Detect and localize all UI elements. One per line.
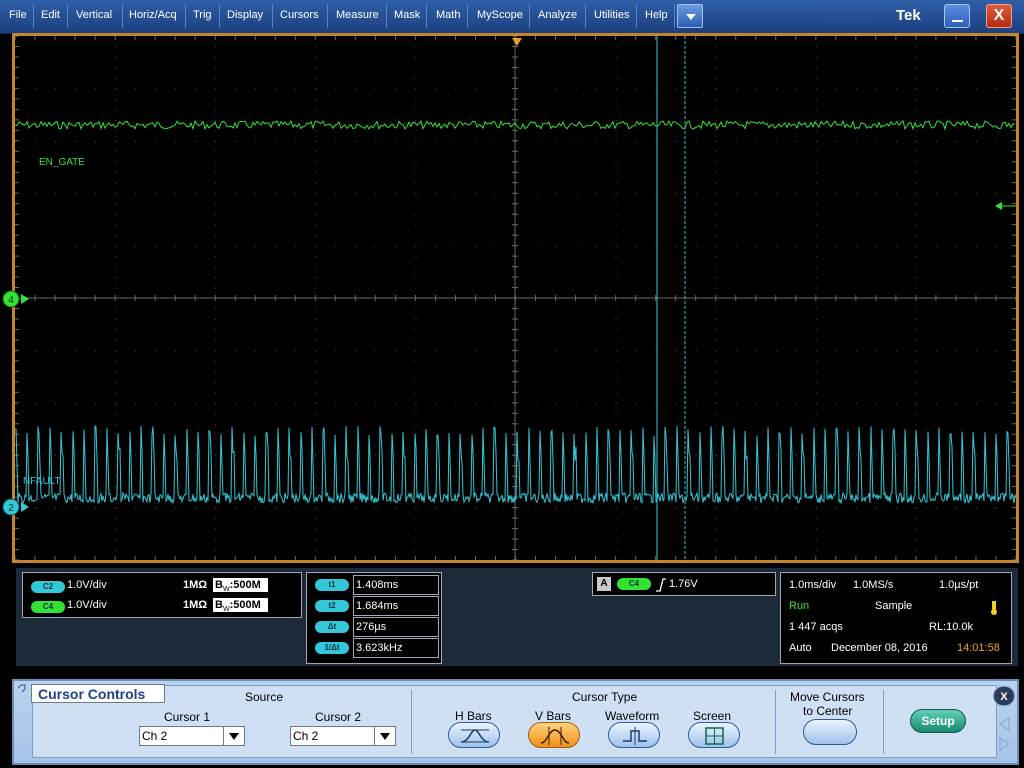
h-bars-icon	[460, 729, 490, 743]
cursor1-label: Cursor 1	[164, 710, 211, 724]
screen-cursor-button[interactable]	[688, 722, 740, 748]
horizontal-scale: 1.0ms/div	[789, 579, 837, 591]
cursor-readout-box[interactable]: t1 1.408ms t2 1.684ms Δt 276µs 1/Δt 3.62…	[306, 572, 442, 664]
graticule	[15, 36, 1016, 560]
screen-label: Screen	[693, 709, 732, 723]
delta-t-value: 276µs	[353, 617, 439, 637]
acquisition-readout-box[interactable]: 1.0ms/div 1.0MS/s 1.0µs/pt Run Sample 1 …	[780, 572, 1012, 664]
menu-measure[interactable]: Measure	[336, 9, 379, 21]
run-state: Run	[789, 600, 810, 612]
ch2-ground-marker[interactable]: 2	[0, 496, 32, 518]
inverse-delta-t-pill: 1/Δt	[315, 642, 349, 654]
ch2-impedance: 1MΩ	[183, 579, 208, 591]
menu-analyze[interactable]: Analyze	[538, 9, 577, 21]
cursor2-label: Cursor 2	[315, 710, 362, 724]
ch2-trace-label: NFAULT	[23, 476, 61, 487]
menu-horiz-acq[interactable]: Horiz/Acq	[129, 9, 177, 21]
move-cursors-to-center-button[interactable]	[803, 719, 857, 745]
ch4-marker-label: 4	[8, 295, 14, 306]
menu-help[interactable]: Help	[645, 9, 668, 21]
cursor-controls-title-box: Cursor Controls	[31, 684, 165, 703]
delta-t-pill: Δt	[315, 621, 349, 633]
waveform-cursor-icon	[623, 727, 647, 745]
ch2-scale: 1.0V/div	[67, 579, 107, 591]
minimize-button[interactable]	[944, 4, 970, 28]
chevron-down-icon[interactable]	[223, 727, 244, 745]
menu-vertical[interactable]: Vertical	[76, 9, 112, 21]
ch2-bandwidth: BW:500M	[213, 578, 268, 593]
channel-readout-box[interactable]: C2 1.0V/div 1MΩ BW:500M C4 1.0V/div 1MΩ …	[22, 572, 302, 618]
h-bars-label: H Bars	[455, 709, 492, 723]
menu-bar: File Edit Vertical Horiz/Acq Trig Displa…	[0, 0, 1024, 34]
cursor2-source-value: Ch 2	[293, 729, 319, 743]
menu-trig[interactable]: Trig	[193, 9, 212, 21]
ch4-impedance: 1MΩ	[183, 599, 208, 611]
screen-cursor-icon	[705, 727, 724, 745]
trigger-source-pill: C4	[617, 578, 651, 590]
rising-edge-icon	[656, 578, 666, 592]
close-controls-button[interactable]: X	[993, 686, 1015, 706]
trigger-readout-box[interactable]: A C4 1.76V	[592, 572, 776, 596]
v-bars-icon	[540, 727, 570, 745]
readout-panel: C2 1.0V/div 1MΩ BW:500M C4 1.0V/div 1MΩ …	[16, 568, 1018, 666]
ch4-ground-marker[interactable]: 4	[0, 288, 32, 310]
resolution: 1.0µs/pt	[939, 579, 979, 591]
move-cursors-label-line2: to Center	[803, 704, 853, 718]
t1-pill: t1	[315, 579, 349, 591]
waveform-label: Waveform	[605, 709, 660, 723]
thermometer-icon	[991, 601, 997, 615]
record-length: RL:10.0k	[929, 621, 974, 633]
ch4-trace-label: EN_GATE	[39, 157, 85, 168]
menu-edit[interactable]: Edit	[41, 9, 60, 21]
menu-cursors[interactable]: Cursors	[280, 9, 319, 21]
ch4-pill: C4	[31, 601, 65, 613]
cursor-type-label: Cursor Type	[572, 690, 638, 704]
acquisition-count: 1 447 acqs	[789, 621, 843, 633]
inverse-delta-t-value: 3.623kHz	[353, 638, 439, 658]
ch4-bandwidth: BW:500M	[213, 598, 268, 613]
close-window-button[interactable]: X	[986, 4, 1012, 28]
move-cursors-label-line1: Move Cursors	[790, 690, 865, 704]
acquisition-date: December 08, 2016	[831, 642, 928, 654]
cursor1-source-dropdown[interactable]: Ch 2	[139, 726, 245, 746]
menu-display[interactable]: Display	[227, 9, 263, 21]
t1-value: 1.408ms	[353, 575, 439, 595]
v-bars-button[interactable]	[528, 722, 580, 748]
t2-value: 1.684ms	[353, 596, 439, 616]
trigger-mode: Auto	[789, 642, 812, 654]
cursor-controls-title: Cursor Controls	[38, 686, 146, 702]
trigger-mode-letter: A	[597, 577, 611, 591]
acquisition-time: 14:01:58	[957, 642, 1000, 654]
model-name: DPO4104	[826, 11, 870, 22]
menu-mask[interactable]: Mask	[394, 9, 420, 21]
cursor1-source-value: Ch 2	[142, 729, 168, 743]
ch4-scale: 1.0V/div	[67, 599, 107, 611]
tek-logo: Tek	[896, 7, 921, 24]
h-bars-button[interactable]	[448, 722, 500, 748]
t2-pill: t2	[315, 600, 349, 612]
chevron-down-icon[interactable]	[374, 727, 395, 745]
trigger-position-icon	[512, 38, 522, 46]
menu-math[interactable]: Math	[436, 9, 460, 21]
cursor2-source-dropdown[interactable]: Ch 2	[290, 726, 396, 746]
setup-button-label: Setup	[921, 714, 955, 728]
ch2-pill: C2	[31, 581, 65, 593]
ch2-marker-label: 2	[8, 503, 14, 514]
close-icon: X	[993, 7, 1005, 24]
menu-file[interactable]: File	[9, 9, 27, 21]
pin-icon[interactable]	[17, 683, 27, 693]
v-bars-label: V Bars	[535, 709, 572, 723]
trigger-level: 1.76V	[669, 578, 698, 590]
menu-dropdown-arrow-icon[interactable]	[677, 4, 703, 28]
sample-rate: 1.0MS/s	[853, 579, 894, 591]
menu-myscope[interactable]: MyScope	[477, 9, 523, 21]
waveform-cursor-button[interactable]	[608, 722, 660, 748]
close-icon: X	[1000, 691, 1008, 703]
menu-utilities[interactable]: Utilities	[594, 9, 629, 21]
waveform-display[interactable]: EN_GATE NFAULT	[12, 33, 1019, 563]
acquisition-mode: Sample	[875, 600, 913, 612]
source-label: Source	[245, 690, 284, 704]
setup-button[interactable]: Setup	[910, 709, 966, 733]
panel-scroll-arrows-icon[interactable]	[997, 716, 1011, 752]
